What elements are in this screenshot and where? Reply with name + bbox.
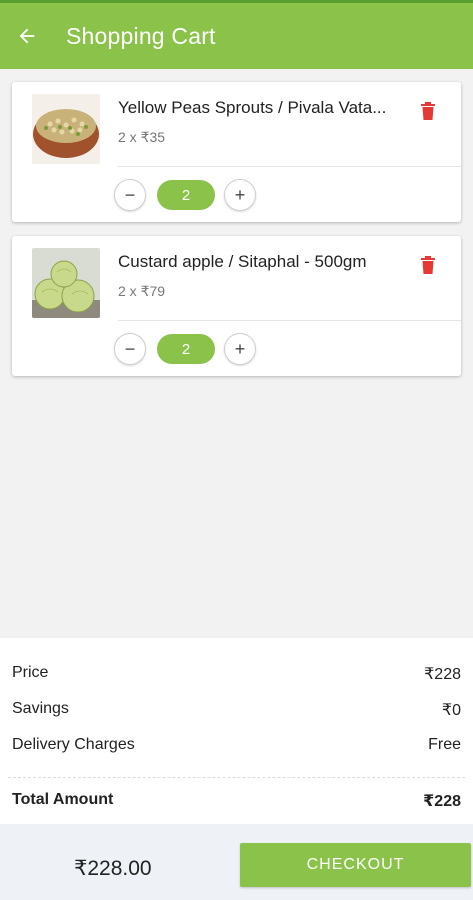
app-bar: Shopping Cart — [0, 3, 473, 69]
grand-total: ₹228.00 — [74, 857, 152, 880]
product-qty-price: 2 x ₹35 — [118, 129, 166, 145]
total-value: ₹228 — [423, 793, 461, 810]
price-summary: Price ₹228 Savings ₹0 Delivery Charges F… — [0, 638, 473, 824]
decrease-quantity-button[interactable]: − — [114, 333, 146, 365]
delete-icon[interactable] — [421, 256, 435, 274]
savings-label: Savings — [12, 700, 69, 717]
delivery-row: Delivery Charges Free — [12, 736, 461, 754]
savings-row: Savings ₹0 — [12, 700, 461, 720]
product-name[interactable]: Custard apple / Sitaphal - 500gm — [118, 252, 412, 272]
summary-divider — [8, 777, 465, 778]
item-divider — [118, 166, 461, 167]
cart-item: Yellow Peas Sprouts / Pivala Vata... 2 x… — [12, 82, 461, 222]
product-qty-price: 2 x ₹79 — [118, 283, 166, 299]
delivery-value: Free — [428, 736, 461, 753]
page-title: Shopping Cart — [66, 22, 216, 49]
back-button[interactable] — [0, 3, 54, 69]
delivery-label: Delivery Charges — [12, 736, 135, 753]
savings-value: ₹0 — [441, 702, 461, 719]
checkout-button[interactable]: CHECKOUT — [240, 843, 471, 887]
delete-icon[interactable] — [421, 102, 435, 120]
price-label: Price — [12, 664, 49, 681]
cart-item: Custard apple / Sitaphal - 500gm 2 x ₹79… — [12, 236, 461, 376]
total-label: Total Amount — [12, 791, 114, 808]
item-divider — [118, 320, 461, 321]
price-value: ₹228 — [424, 666, 461, 683]
increase-quantity-button[interactable]: + — [224, 333, 256, 365]
total-row: Total Amount ₹228 — [12, 791, 461, 811]
product-image-peas-sprouts — [32, 94, 100, 164]
arrow-left-icon — [19, 28, 35, 44]
decrease-quantity-button[interactable]: − — [114, 179, 146, 211]
price-row: Price ₹228 — [12, 664, 461, 684]
quantity-value: 2 — [157, 180, 215, 210]
quantity-value: 2 — [157, 334, 215, 364]
product-image-custard-apple — [32, 248, 100, 318]
increase-quantity-button[interactable]: + — [224, 179, 256, 211]
product-name[interactable]: Yellow Peas Sprouts / Pivala Vata... — [118, 98, 412, 118]
checkout-bar: ₹228.00 CHECKOUT — [0, 824, 473, 900]
